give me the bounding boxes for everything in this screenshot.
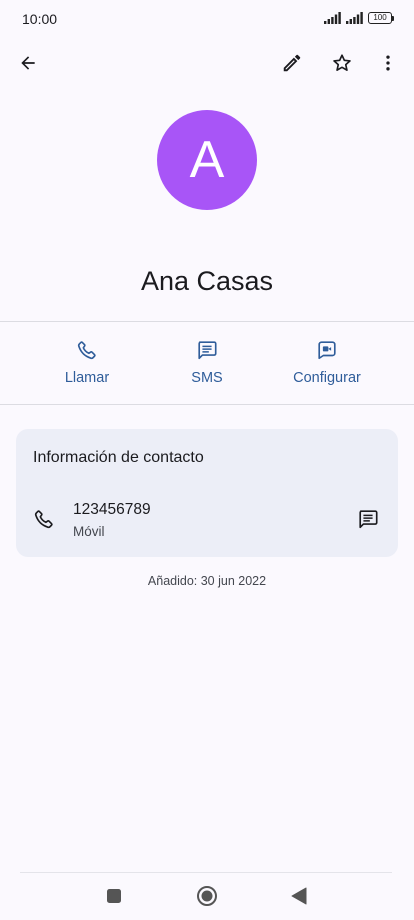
back-button[interactable] [8,40,48,86]
divider [0,404,414,405]
back-nav-button[interactable] [277,880,321,912]
signal-icon [324,12,341,24]
phone-number[interactable]: 123456789 [73,501,151,519]
action-row: Llamar SMS Configurar [0,322,414,404]
home-button[interactable] [185,880,229,912]
contact-info-card: Información de contacto 123456789 Móvil [16,429,398,557]
configure-button[interactable]: Configurar [267,322,387,404]
message-icon [198,341,217,360]
back-arrow-icon [21,56,35,70]
send-message-button[interactable] [348,501,388,537]
recents-button[interactable] [92,880,136,912]
pencil-icon [283,54,301,72]
sms-button[interactable]: SMS [147,322,267,404]
top-toolbar [0,40,414,86]
configure-label: Configurar [293,370,361,386]
home-circle-icon [197,886,217,906]
more-vert-icon [386,55,390,71]
favorite-button[interactable] [322,40,362,86]
nav-divider [20,872,392,873]
navigation-bar [0,872,414,920]
phone-icon [34,510,53,529]
edit-button[interactable] [272,40,312,86]
added-date: Añadido: 30 jun 2022 [147,574,267,588]
phone-type: Móvil [73,524,105,539]
star-outline-icon [333,54,351,71]
message-icon [359,510,378,529]
back-triangle-icon [291,887,307,905]
phone-icon [77,341,96,360]
signal-icon [346,12,363,24]
status-bar: 10:00 100 [0,0,414,40]
call-label: Llamar [64,370,110,386]
info-card-title: Información de contacto [33,449,204,466]
status-time: 10:00 [22,11,58,27]
avatar: A [157,110,257,210]
battery-icon: 100 [368,12,394,24]
recents-square-icon [107,889,121,903]
contact-name: Ana Casas [140,266,274,296]
sms-label: SMS [191,370,223,386]
video-call-icon [318,341,336,360]
call-button[interactable]: Llamar [27,322,147,404]
more-options-button[interactable] [368,40,408,86]
status-icons: 100 [324,12,394,24]
